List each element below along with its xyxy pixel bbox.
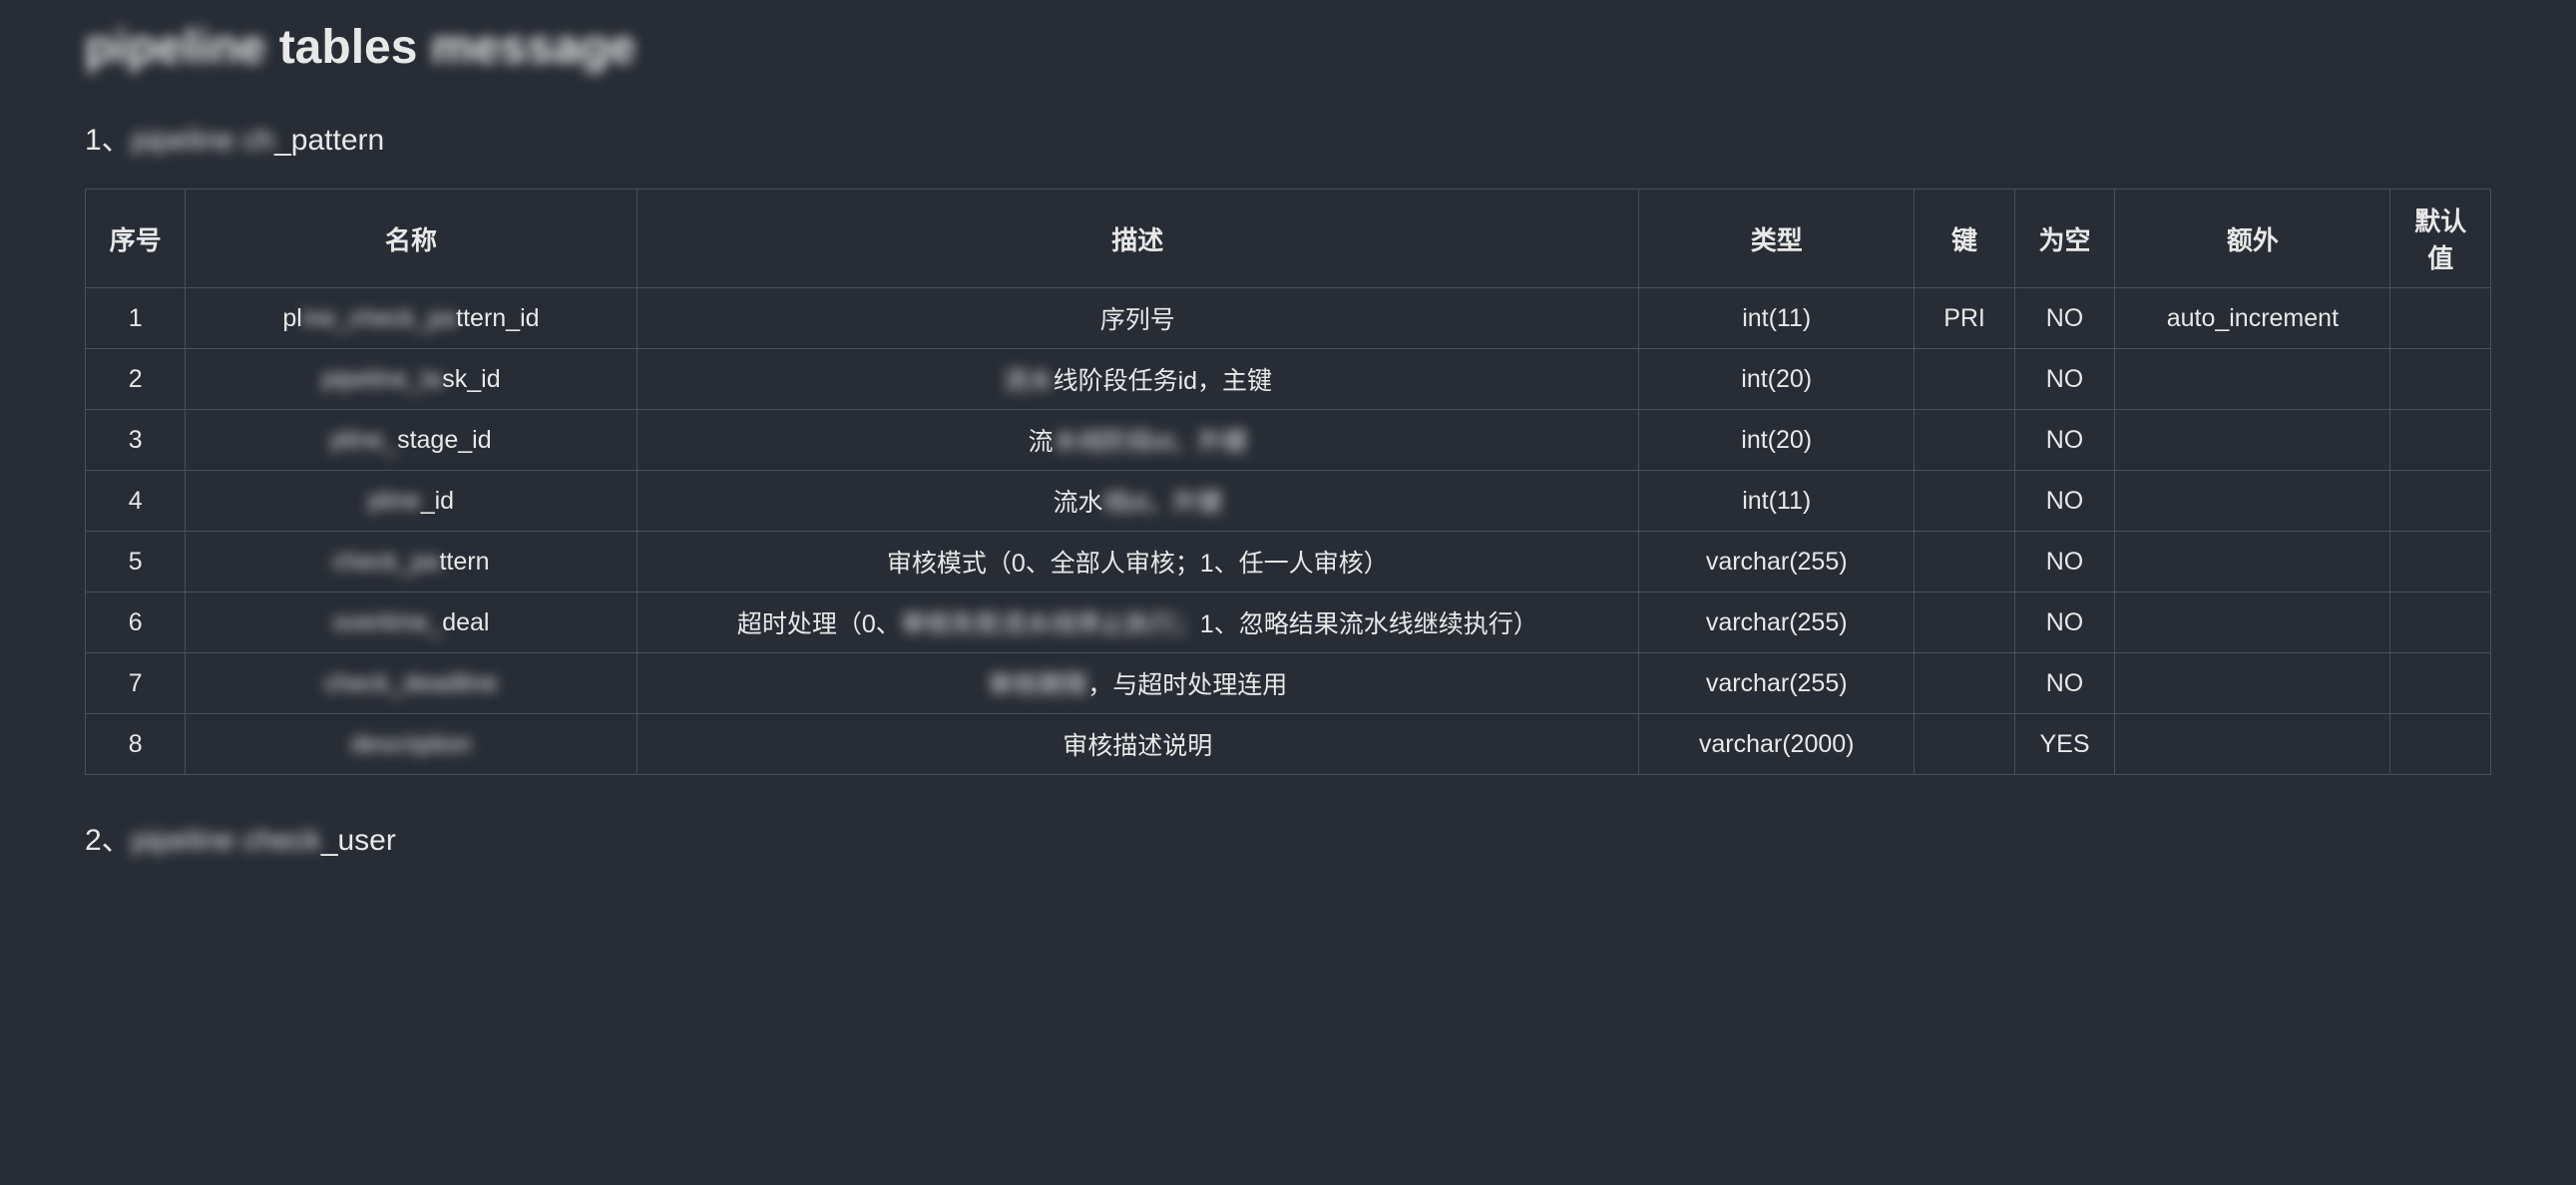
cell-default xyxy=(2390,410,2491,471)
cell-name: overtime_deal xyxy=(186,592,637,653)
table-row: 6 overtime_deal 超时处理（0、审核失败流水线停止执行；1、忽略结… xyxy=(86,592,2491,653)
cell-name: description xyxy=(186,714,637,775)
cell-key xyxy=(1915,714,2014,775)
cell-extra xyxy=(2115,532,2390,592)
cell-type: int(11) xyxy=(1639,288,1915,349)
cell-default xyxy=(2390,653,2491,714)
title-middle: tables xyxy=(265,21,430,74)
cell-extra xyxy=(2115,653,2390,714)
header-default: 默认值 xyxy=(2390,190,2491,288)
cell-key: PRI xyxy=(1915,288,2014,349)
schema-table: 序号 名称 描述 类型 键 为空 额外 默认值 1 pline_check_pa… xyxy=(85,189,2491,775)
cell-seq: 3 xyxy=(86,410,186,471)
cell-null: NO xyxy=(2014,349,2114,410)
section1-prefix: 1、 xyxy=(85,124,132,157)
cell-default xyxy=(2390,714,2491,775)
cell-seq: 1 xyxy=(86,288,186,349)
cell-null: YES xyxy=(2014,714,2114,775)
title-suffix: message xyxy=(431,20,636,75)
header-name: 名称 xyxy=(186,190,637,288)
cell-desc: 审核期限，与超时处理连用 xyxy=(637,653,1639,714)
cell-null: NO xyxy=(2014,288,2114,349)
cell-null: NO xyxy=(2014,471,2114,532)
section1-heading: 1、pipeline ch_pattern xyxy=(85,115,2491,159)
cell-key xyxy=(1915,349,2014,410)
cell-type: int(11) xyxy=(1639,471,1915,532)
cell-default xyxy=(2390,349,2491,410)
section2-prefix: 2、 xyxy=(85,824,132,857)
cell-seq: 7 xyxy=(86,653,186,714)
table-row: 2 pipeline_task_id 流水线阶段任务id，主键 int(20) … xyxy=(86,349,2491,410)
cell-default xyxy=(2390,471,2491,532)
cell-null: NO xyxy=(2014,592,2114,653)
title-prefix: pipeline xyxy=(85,20,265,75)
cell-key xyxy=(1915,471,2014,532)
cell-extra xyxy=(2115,349,2390,410)
cell-extra xyxy=(2115,592,2390,653)
cell-extra xyxy=(2115,410,2390,471)
section2-heading: 2、pipeline check_user xyxy=(85,815,2491,859)
table-row: 5 check_pattern 审核模式（0、全部人审核；1、任一人审核） va… xyxy=(86,532,2491,592)
cell-name: check_pattern xyxy=(186,532,637,592)
cell-extra xyxy=(2115,714,2390,775)
cell-type: varchar(255) xyxy=(1639,592,1915,653)
cell-desc: 审核模式（0、全部人审核；1、任一人审核） xyxy=(637,532,1639,592)
header-seq: 序号 xyxy=(86,190,186,288)
cell-seq: 8 xyxy=(86,714,186,775)
cell-key xyxy=(1915,592,2014,653)
cell-default xyxy=(2390,288,2491,349)
table-row: 3 pline_stage_id 流水线阶段id，外键 int(20) NO xyxy=(86,410,2491,471)
cell-name: pline_check_pattern_id xyxy=(186,288,637,349)
header-null: 为空 xyxy=(2014,190,2114,288)
cell-null: NO xyxy=(2014,532,2114,592)
cell-name: pline_id xyxy=(186,471,637,532)
cell-name: pline_stage_id xyxy=(186,410,637,471)
cell-default xyxy=(2390,592,2491,653)
cell-seq: 4 xyxy=(86,471,186,532)
section1-suffix: _pattern xyxy=(274,124,384,157)
cell-desc: 流水线阶段任务id，主键 xyxy=(637,349,1639,410)
header-desc: 描述 xyxy=(637,190,1639,288)
cell-seq: 5 xyxy=(86,532,186,592)
table-row: 7 check_deadline 审核期限，与超时处理连用 varchar(25… xyxy=(86,653,2491,714)
table-row: 1 pline_check_pattern_id 序列号 int(11) PRI… xyxy=(86,288,2491,349)
cell-desc: 流水线阶段id，外键 xyxy=(637,410,1639,471)
cell-key xyxy=(1915,410,2014,471)
cell-seq: 2 xyxy=(86,349,186,410)
cell-desc: 流水线id，外键 xyxy=(637,471,1639,532)
cell-null: NO xyxy=(2014,410,2114,471)
table-row: 4 pline_id 流水线id，外键 int(11) NO xyxy=(86,471,2491,532)
cell-extra xyxy=(2115,471,2390,532)
cell-key xyxy=(1915,653,2014,714)
header-type: 类型 xyxy=(1639,190,1915,288)
cell-desc: 审核描述说明 xyxy=(637,714,1639,775)
table-header-row: 序号 名称 描述 类型 键 为空 额外 默认值 xyxy=(86,190,2491,288)
cell-type: varchar(2000) xyxy=(1639,714,1915,775)
section1-blur: pipeline ch xyxy=(132,124,274,158)
section2-suffix: _user xyxy=(321,824,396,857)
cell-null: NO xyxy=(2014,653,2114,714)
cell-name: check_deadline xyxy=(186,653,637,714)
table-body: 1 pline_check_pattern_id 序列号 int(11) PRI… xyxy=(86,288,2491,775)
section2-blur: pipeline check xyxy=(132,824,321,858)
cell-key xyxy=(1915,532,2014,592)
cell-type: varchar(255) xyxy=(1639,653,1915,714)
cell-type: int(20) xyxy=(1639,349,1915,410)
page-title: pipeline tables message xyxy=(85,20,2491,75)
cell-default xyxy=(2390,532,2491,592)
header-extra: 额外 xyxy=(2115,190,2390,288)
cell-type: int(20) xyxy=(1639,410,1915,471)
cell-seq: 6 xyxy=(86,592,186,653)
table-row: 8 description 审核描述说明 varchar(2000) YES xyxy=(86,714,2491,775)
cell-desc: 序列号 xyxy=(637,288,1639,349)
cell-name: pipeline_task_id xyxy=(186,349,637,410)
cell-extra: auto_increment xyxy=(2115,288,2390,349)
cell-desc: 超时处理（0、审核失败流水线停止执行；1、忽略结果流水线继续执行） xyxy=(637,592,1639,653)
cell-type: varchar(255) xyxy=(1639,532,1915,592)
header-key: 键 xyxy=(1915,190,2014,288)
